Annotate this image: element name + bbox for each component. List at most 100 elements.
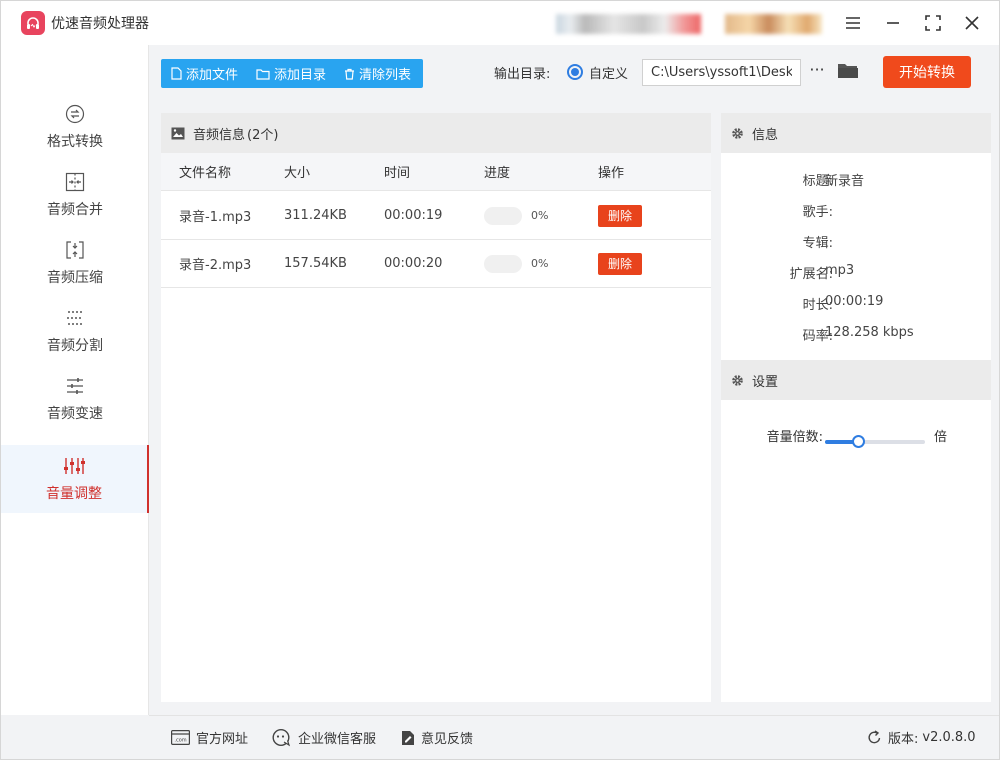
volume-multiplier-label: 音量倍数: [766, 430, 823, 445]
add-file-button[interactable]: 添加文件 [161, 59, 246, 88]
info-field: 时长: 00:00:19 [721, 294, 991, 314]
info-panel: 信息 标题: 新录音 歌手: 专辑: 扩展名: mp3 时长: 00:00:19… [721, 113, 991, 360]
info-value: mp3 [825, 263, 855, 278]
sidebar-item-volume-adjust[interactable]: 音量调整 [1, 445, 149, 513]
sidebar-item-label: 音频压缩 [47, 270, 103, 286]
clear-list-button[interactable]: 清除列表 [334, 59, 419, 88]
trash-icon [345, 68, 355, 80]
file-size: 311.24KB [284, 208, 347, 223]
sidebar-item-label: 格式转换 [47, 134, 103, 150]
info-title: 信息 [752, 127, 779, 143]
open-folder-icon[interactable] [837, 61, 859, 83]
wechat-service-link[interactable]: 企业微信客服 [272, 728, 376, 747]
progress-bar [484, 254, 522, 273]
svg-text:.com: .com [174, 738, 186, 744]
blurred-account-info [556, 14, 701, 34]
footer: .com 官方网址 企业微信客服 意见反馈 版本: v2.0.8.0 [149, 715, 999, 759]
maximize-icon[interactable] [921, 11, 945, 35]
version-info: 版本: v2.0.8.0 [867, 728, 976, 747]
info-label: 专辑: [802, 236, 833, 251]
feedback-link[interactable]: 意见反馈 [401, 728, 473, 747]
blurred-user-avatar [725, 14, 822, 34]
column-header: 文件名称 [179, 166, 232, 181]
sidebar-item-merge[interactable]: 音频合并 [1, 161, 149, 229]
progress: 0% [484, 240, 548, 287]
add-file-label: 添加文件 [186, 68, 239, 83]
compress-icon [64, 239, 86, 261]
info-field: 扩展名: mp3 [721, 263, 991, 283]
delete-button[interactable]: 删除 [598, 252, 642, 275]
custom-dir-radio[interactable] [567, 64, 583, 80]
feedback-icon [402, 730, 414, 745]
output-path-input[interactable] [642, 59, 801, 86]
file-list-title: 音频信息 [193, 127, 246, 143]
sidebar-item-split[interactable]: 音频分割 [1, 297, 149, 365]
start-convert-button[interactable]: 开始转换 [883, 56, 971, 88]
sidebar-item-label: 音量调整 [46, 486, 102, 502]
info-label: 歌手: [802, 205, 833, 220]
volume-unit: 倍 [934, 430, 948, 445]
app-title: 优速音频处理器 [51, 16, 149, 32]
progress-text: 0% [531, 209, 549, 222]
sidebar-item-label: 音频合并 [47, 202, 103, 218]
column-header: 时间 [384, 166, 411, 181]
table-row[interactable]: 录音-1.mp3 311.24KB 00:00:19 0% 删除 [161, 192, 711, 240]
progress: 0% [484, 192, 548, 239]
close-icon[interactable] [960, 11, 984, 35]
more-options-button[interactable]: ··· [807, 61, 827, 83]
sidebar-item-format-convert[interactable]: 格式转换 [1, 93, 149, 161]
volume-adjust-icon [63, 455, 85, 477]
app-window: 优速音频处理器 格式转换 音频合并 音频压缩 音频分割 音频变速 音量调整 添加… [0, 0, 1000, 760]
info-field: 码率: 128.258 kbps [721, 325, 991, 345]
website-icon: .com [171, 730, 190, 745]
website-link[interactable]: .com 官方网址 [171, 728, 248, 747]
gear-icon [732, 374, 743, 386]
file-size: 157.54KB [284, 256, 347, 271]
info-value: 128.258 kbps [825, 325, 914, 340]
file-name: 录音-2.mp3 [179, 257, 252, 273]
minimize-icon[interactable] [881, 11, 905, 35]
progress-bar [484, 206, 522, 225]
wechat-service-label: 企业微信客服 [298, 732, 377, 747]
menu-icon[interactable] [841, 11, 865, 35]
image-icon [171, 127, 185, 139]
gear-icon [732, 127, 743, 139]
custom-dir-radio-label[interactable]: 自定义 [589, 63, 628, 82]
table-row[interactable]: 录音-2.mp3 157.54KB 00:00:20 0% 删除 [161, 240, 711, 288]
file-list-header: 音频信息 (2个) [161, 113, 711, 153]
volume-slider[interactable] [825, 435, 925, 448]
column-header: 操作 [598, 166, 625, 181]
volume-slider-thumb[interactable] [851, 435, 865, 448]
feedback-label: 意见反馈 [421, 732, 474, 747]
merge-icon [64, 171, 86, 193]
title-bar: 优速音频处理器 [1, 1, 999, 45]
column-header: 大小 [284, 166, 311, 181]
folder-outline-icon [256, 68, 270, 80]
output-dir-label: 输出目录: [494, 67, 551, 82]
add-dir-button[interactable]: 添加目录 [246, 59, 334, 88]
version-number: v2.0.8.0 [922, 730, 976, 745]
delete-button[interactable]: 删除 [598, 204, 642, 227]
file-duration: 00:00:20 [384, 256, 443, 271]
info-value: 00:00:19 [825, 294, 884, 309]
sidebar-item-label: 音频变速 [47, 406, 103, 422]
sidebar: 格式转换 音频合并 音频压缩 音频分割 音频变速 音量调整 [1, 45, 149, 715]
website-label: 官方网址 [196, 732, 249, 747]
format-convert-icon [64, 103, 86, 125]
clear-list-label: 清除列表 [359, 68, 412, 83]
info-header: 信息 [721, 113, 991, 153]
sidebar-item-label: 音频分割 [47, 338, 103, 354]
settings-panel: 设置 音量倍数: 倍 [721, 360, 991, 702]
info-value: 新录音 [825, 174, 865, 189]
split-icon [64, 307, 86, 329]
wechat-icon [272, 728, 291, 746]
speed-icon [64, 375, 86, 397]
settings-header: 设置 [721, 360, 991, 400]
sidebar-item-compress[interactable]: 音频压缩 [1, 229, 149, 297]
sidebar-item-speed[interactable]: 音频变速 [1, 365, 149, 433]
app-logo-icon [21, 11, 45, 35]
file-icon [171, 67, 182, 80]
table-header: 文件名称 大小 时间 进度 操作 [161, 153, 711, 191]
column-header: 进度 [484, 166, 511, 181]
info-field: 歌手: [721, 201, 991, 221]
